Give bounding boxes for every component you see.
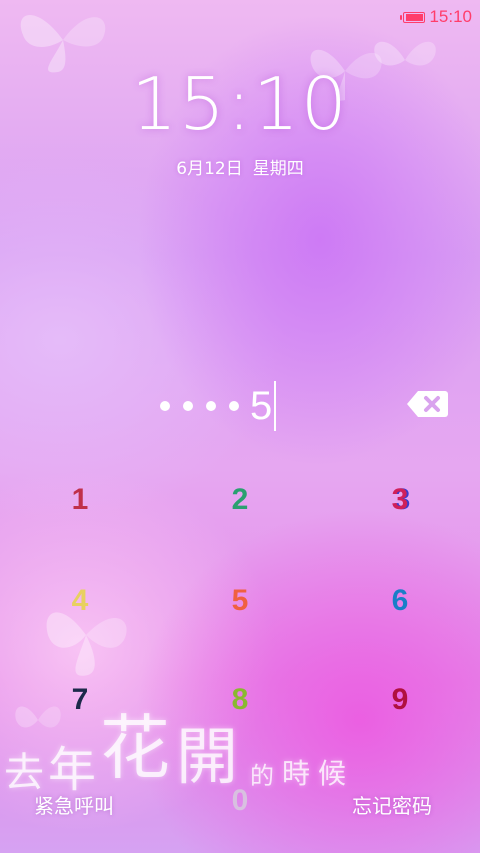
keypad-key-0[interactable]: 0 xyxy=(200,776,280,826)
keypad-key-2[interactable]: 2 xyxy=(200,475,280,525)
keypad-key-9[interactable]: 9 xyxy=(360,675,440,725)
pin-last-digit: 5 xyxy=(250,384,273,428)
status-time: 15:10 xyxy=(429,7,472,26)
pin-dot xyxy=(160,401,170,411)
pin-field: 5 xyxy=(160,380,277,432)
pin-dot xyxy=(183,401,193,411)
lockscreen-date: 6月12日 星期四 xyxy=(0,154,480,179)
status-bar: 15:10 xyxy=(400,7,472,27)
pin-dot xyxy=(206,401,216,411)
keypad-key-6[interactable]: 6 xyxy=(360,576,440,626)
keypad-key-4[interactable]: 4 xyxy=(40,576,120,626)
battery-icon xyxy=(400,11,426,23)
keypad-key-3[interactable]: 3 xyxy=(360,475,440,525)
keypad-key-5[interactable]: 5 xyxy=(200,576,280,626)
date-day: 6月12日 xyxy=(176,159,243,179)
text-caret xyxy=(274,381,277,431)
emergency-call-button[interactable]: 紧急呼叫 xyxy=(34,790,114,819)
backspace-icon xyxy=(407,391,448,417)
keypad-key-7[interactable]: 7 xyxy=(40,675,120,725)
calligraphy-char: 時 xyxy=(282,757,311,790)
date-weekday: 星期四 xyxy=(252,159,304,179)
backspace-button[interactable] xyxy=(406,390,448,418)
forgot-password-button[interactable]: 忘记密码 xyxy=(352,790,432,819)
pin-dot xyxy=(229,401,239,411)
keypad-key-8[interactable]: 8 xyxy=(200,675,280,725)
calligraphy-char: 候 xyxy=(318,757,347,790)
keypad-key-1[interactable]: 1 xyxy=(40,475,120,525)
lockscreen-clock: 15:10 xyxy=(131,62,349,146)
